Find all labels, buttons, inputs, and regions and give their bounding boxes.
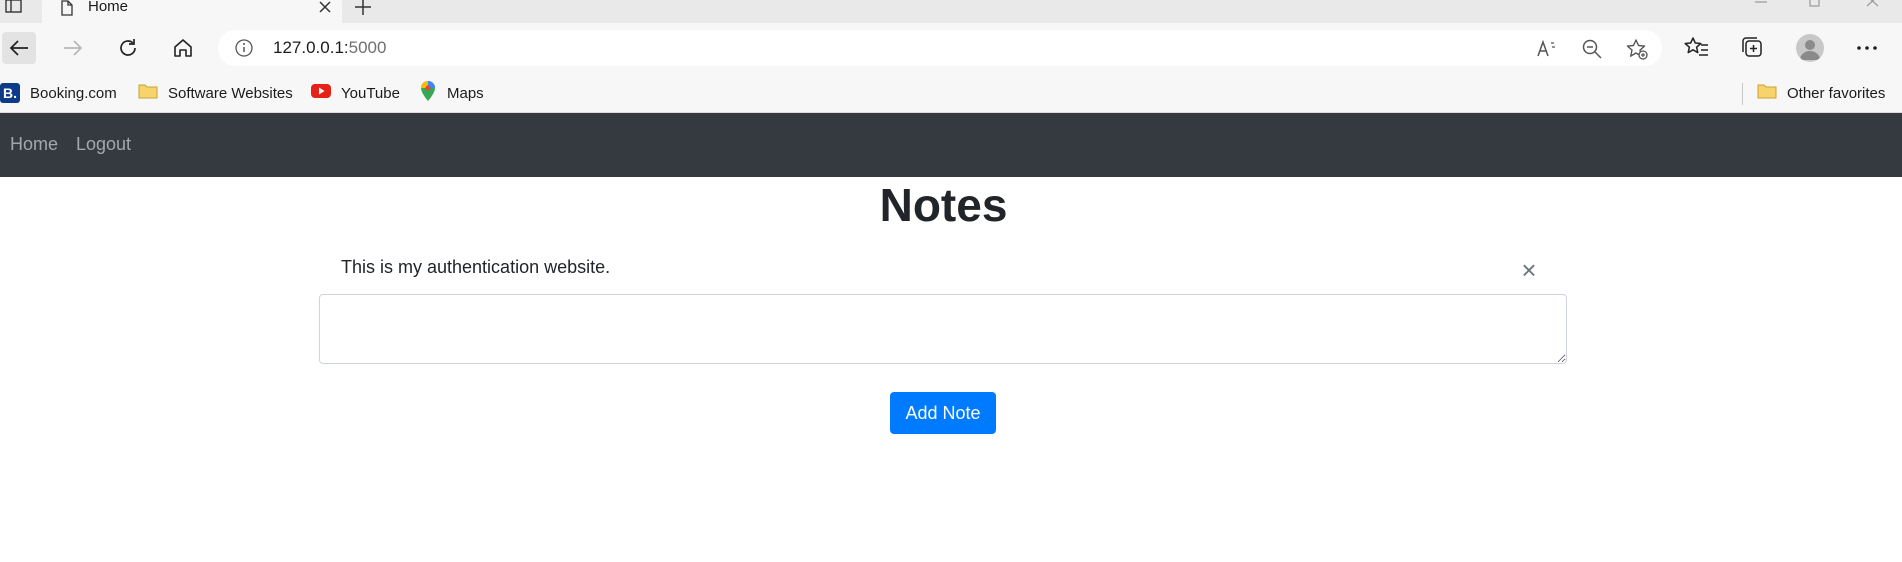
note-item: This is my authentication website. ×: [319, 252, 1567, 292]
read-aloud-icon[interactable]: [1536, 38, 1558, 60]
close-icon[interactable]: [318, 0, 332, 14]
home-icon[interactable]: [166, 32, 200, 64]
favorite-label: Software Websites: [168, 84, 293, 102]
favorite-youtube[interactable]: YouTube: [311, 81, 400, 105]
favorites-icon[interactable]: [1684, 35, 1710, 61]
minimize-icon[interactable]: [1752, 0, 1770, 14]
other-favorites[interactable]: Other favorites: [1757, 81, 1885, 105]
favorites-bar: B. Booking.com Software Websites YouTube…: [0, 73, 1902, 113]
favorite-label: Maps: [447, 84, 484, 102]
site-info-icon[interactable]: [234, 38, 254, 58]
other-favorites-label: Other favorites: [1787, 84, 1886, 102]
favorite-maps[interactable]: Maps: [419, 80, 484, 107]
favorite-label: Booking.com: [30, 84, 117, 102]
profile-avatar[interactable]: [1796, 34, 1824, 62]
url-port: 5000: [348, 38, 387, 57]
browser-tab-home[interactable]: Home: [42, 0, 342, 23]
browser-toolbar: 127.0.0.1:5000: [0, 23, 1902, 73]
refresh-icon[interactable]: [111, 32, 145, 64]
folder-icon: [138, 82, 158, 105]
favorites-divider: [1742, 83, 1743, 105]
address-bar[interactable]: 127.0.0.1:5000: [218, 30, 1662, 66]
nav-link-home[interactable]: Home: [10, 134, 58, 155]
browser-tab-strip: Home: [0, 0, 1902, 23]
zoom-out-icon[interactable]: [1581, 38, 1603, 60]
url-host: 127.0.0.1:: [273, 38, 349, 57]
maps-icon: [419, 80, 437, 107]
tab-actions-icon[interactable]: [4, 0, 24, 16]
nav-link-logout[interactable]: Logout: [76, 134, 131, 155]
new-tab-icon[interactable]: [352, 0, 374, 18]
site-navbar: Home Logout: [0, 113, 1902, 177]
youtube-icon: [311, 83, 331, 104]
page-title: Notes: [879, 179, 1008, 231]
more-options-icon[interactable]: [1854, 35, 1880, 61]
add-favorite-icon[interactable]: [1626, 38, 1648, 60]
delete-note-button[interactable]: ×: [1519, 257, 1539, 283]
url-text[interactable]: 127.0.0.1:5000: [273, 38, 386, 58]
document-icon: [60, 0, 74, 16]
favorite-booking[interactable]: B. Booking.com: [0, 81, 117, 105]
favorite-software-websites[interactable]: Software Websites: [138, 81, 293, 105]
tab-title: Home: [88, 0, 129, 15]
add-note-button[interactable]: Add Note: [890, 392, 996, 434]
forward-icon[interactable]: [56, 32, 90, 64]
restore-icon[interactable]: [1806, 0, 1824, 14]
collections-icon[interactable]: [1740, 35, 1766, 61]
back-icon[interactable]: [2, 32, 36, 64]
close-window-icon[interactable]: [1864, 0, 1882, 14]
note-text: This is my authentication website.: [341, 257, 611, 277]
favorite-label: YouTube: [341, 84, 400, 102]
booking-icon: B.: [0, 83, 20, 103]
folder-icon: [1757, 82, 1777, 105]
note-input[interactable]: [319, 294, 1567, 364]
